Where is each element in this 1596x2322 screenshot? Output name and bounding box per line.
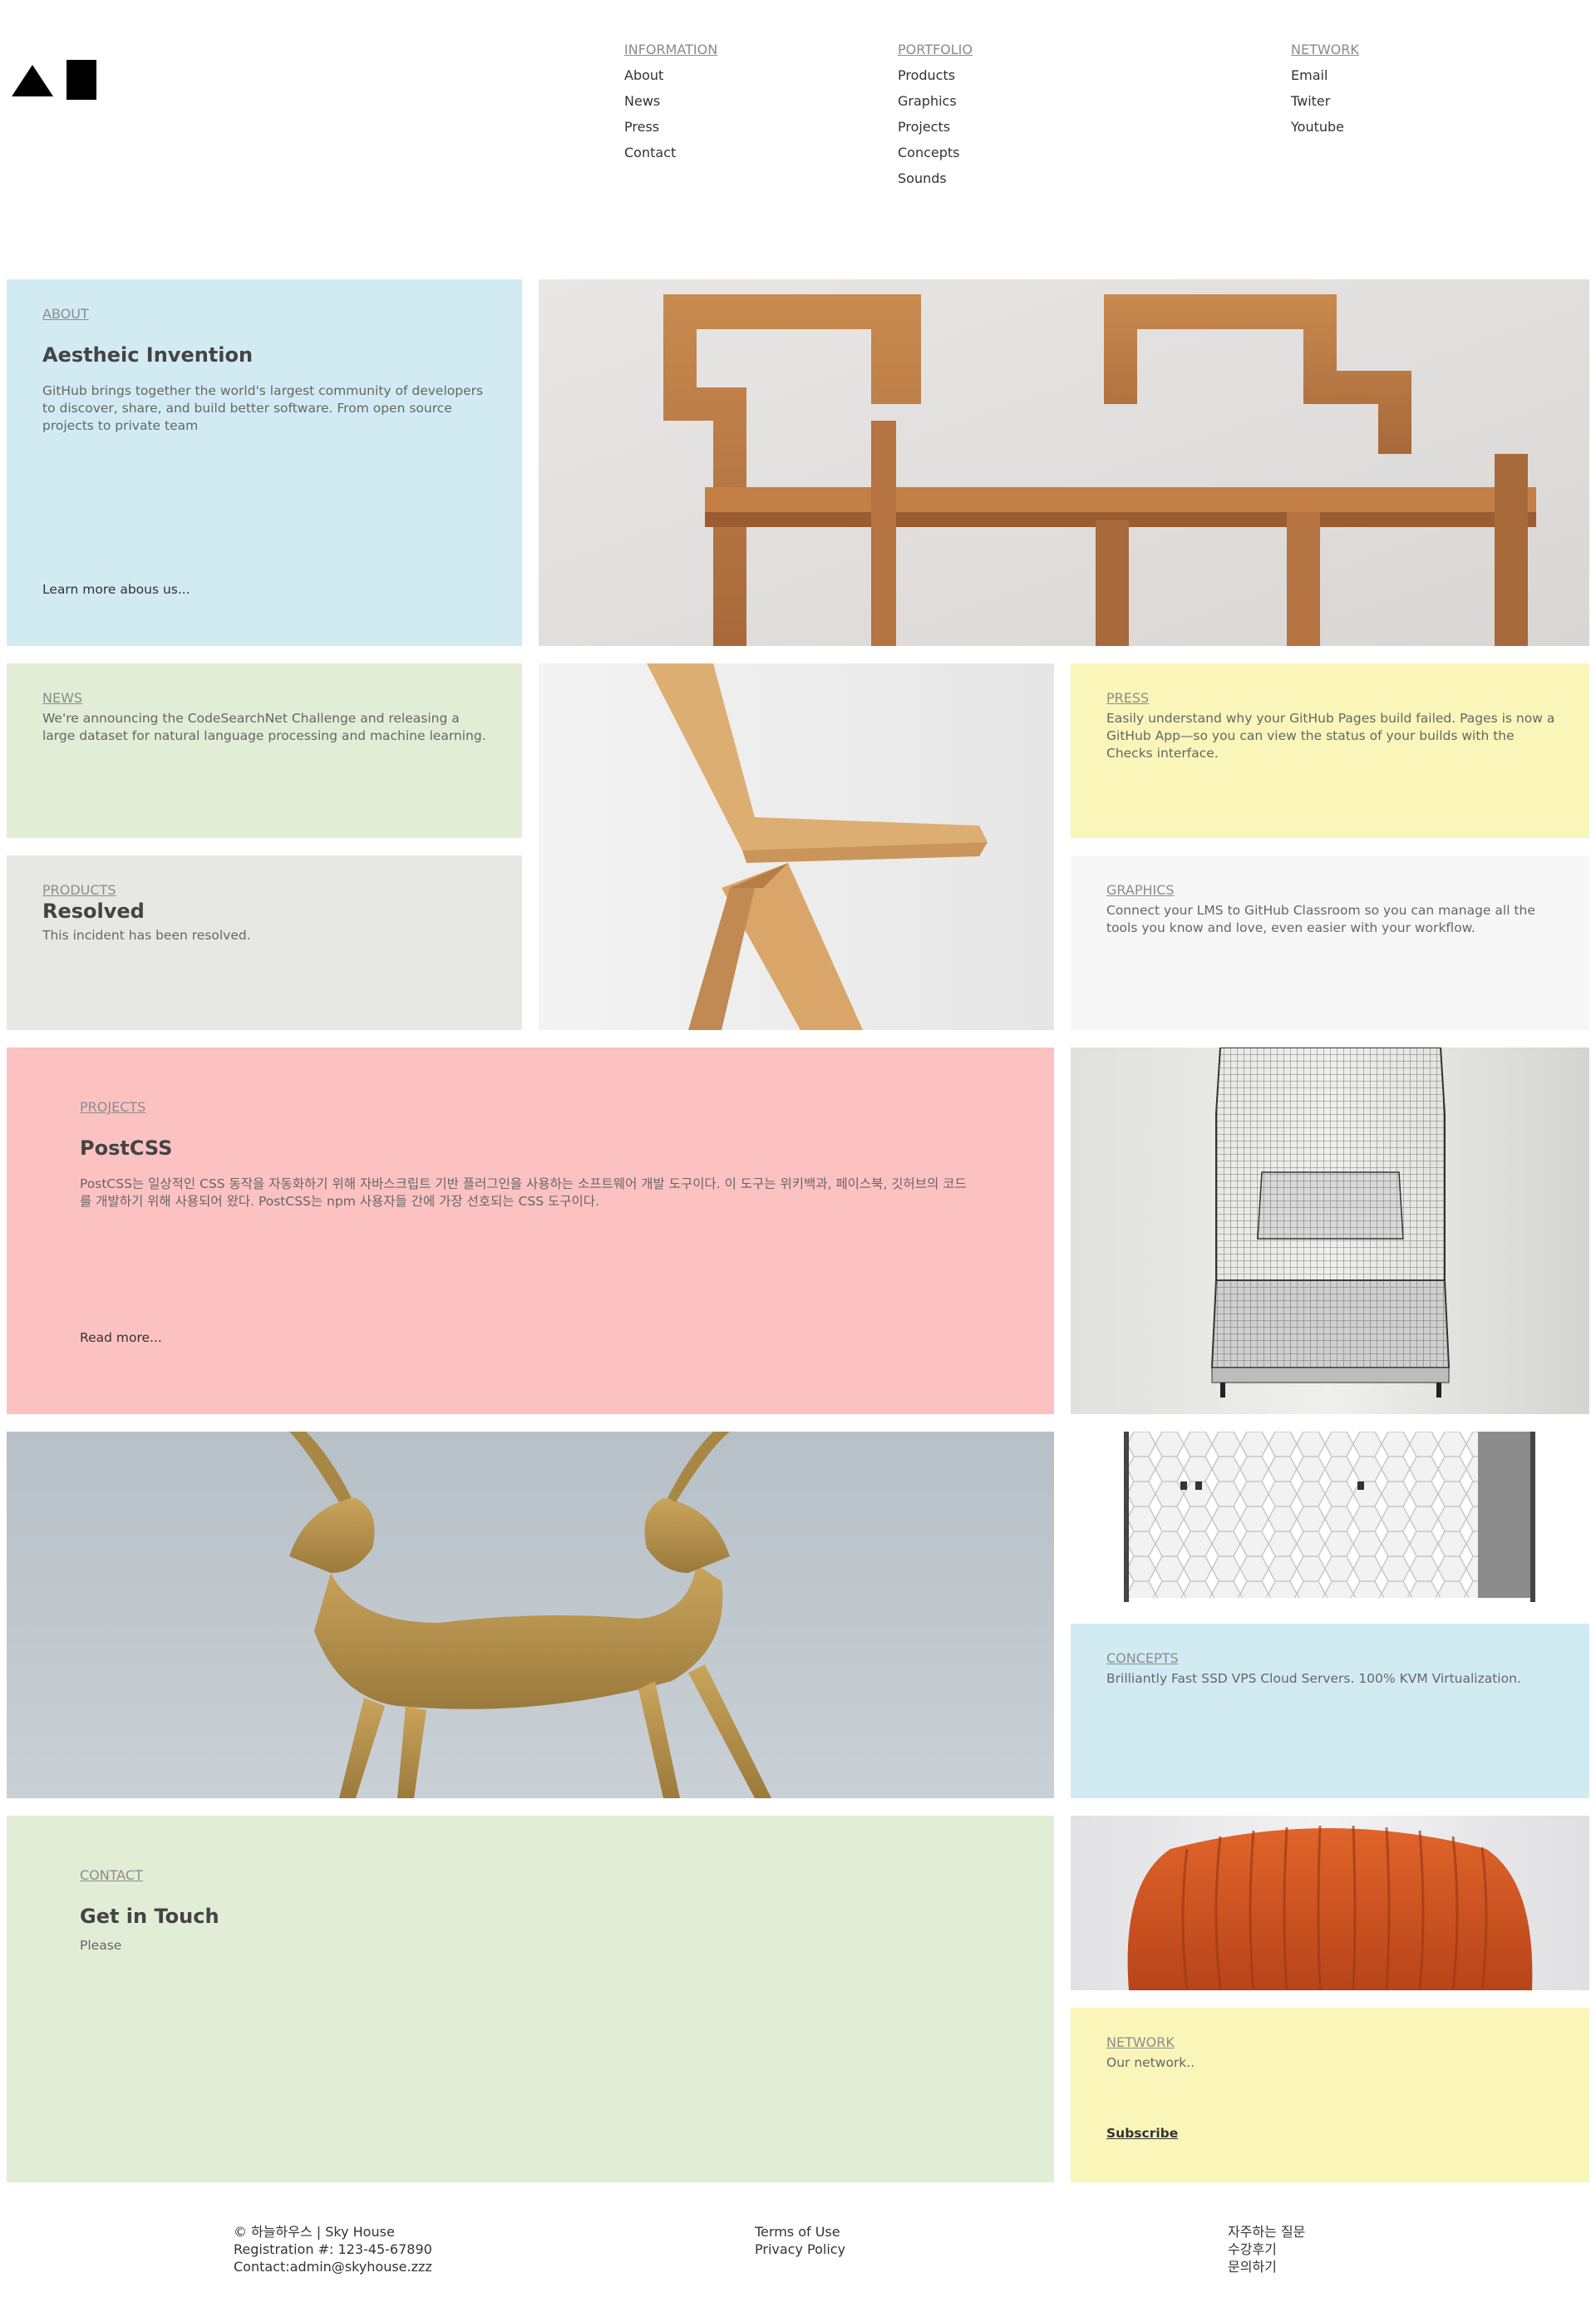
nav-item-email[interactable]: Email xyxy=(1291,67,1359,85)
contact-tile: CONTACT Get in Touch Please xyxy=(7,1816,1054,2182)
privacy-policy-link[interactable]: Privacy Policy xyxy=(755,2241,845,2258)
projects-read-more-link[interactable]: Read more... xyxy=(80,1330,162,1345)
nav-column-network: NETWORK Email Twiter Youtube xyxy=(1291,41,1359,144)
products-text: This incident has been resolved. xyxy=(42,928,251,943)
concepts-tile: CONCEPTS Brilliantly Fast SSD VPS Cloud … xyxy=(1071,1624,1589,1798)
nav-item-sounds[interactable]: Sounds xyxy=(898,170,973,188)
about-label[interactable]: ABOUT xyxy=(42,306,486,323)
projects-text: PostCSS는 일상적인 CSS 동작을 자동화하기 위해 자바스크립트 기반… xyxy=(80,1176,967,1209)
products-label[interactable]: PRODUCTS xyxy=(42,882,486,899)
subscribe-link[interactable]: Subscribe xyxy=(1106,2126,1178,2141)
concepts-text: Brilliantly Fast SSD VPS Cloud Servers. … xyxy=(1106,1671,1521,1686)
nav-item-news[interactable]: News xyxy=(624,92,717,111)
contact-text: Please xyxy=(80,1938,122,1953)
nav-item-about[interactable]: About xyxy=(624,67,717,85)
about-tile: ABOUT Aestheic Invention GitHub brings t… xyxy=(7,279,522,646)
orange-armchair-image xyxy=(1071,1816,1589,1990)
network-tile: NETWORK Our network.. Subscribe xyxy=(1071,2008,1589,2182)
nav-heading-portfolio[interactable]: PORTFOLIO xyxy=(898,41,973,59)
white-cabinet-image xyxy=(1071,1432,1589,1606)
footer-company-info: © 하늘하우스 | Sky House Registration #: 123-… xyxy=(234,2223,432,2275)
press-text: Easily understand why your GitHub Pages … xyxy=(1106,711,1555,761)
concepts-label[interactable]: CONCEPTS xyxy=(1106,1650,1554,1667)
footer-copyright: © 하늘하우스 | Sky House xyxy=(234,2224,395,2240)
contact-label[interactable]: CONTACT xyxy=(80,1867,981,1884)
nav-item-graphics[interactable]: Graphics xyxy=(898,92,973,111)
nav-column-information: INFORMATION About News Press Contact xyxy=(624,41,717,170)
nav-item-contact[interactable]: Contact xyxy=(624,144,717,162)
golden-deer-sculpture-image xyxy=(7,1432,1054,1798)
triangle-square-logo-icon[interactable] xyxy=(12,60,98,103)
graphics-text: Connect your LMS to GitHub Classroom so … xyxy=(1106,903,1535,935)
about-text: GitHub brings together the world's large… xyxy=(42,383,484,433)
terms-of-use-link[interactable]: Terms of Use xyxy=(755,2223,845,2241)
nav-column-portfolio: PORTFOLIO Products Graphics Projects Con… xyxy=(898,41,973,195)
network-text: Our network.. xyxy=(1106,2055,1195,2070)
nav-item-youtube[interactable]: Youtube xyxy=(1291,118,1359,136)
news-text: We're announcing the CodeSearchNet Chall… xyxy=(42,711,486,743)
nav-item-twiter[interactable]: Twiter xyxy=(1291,92,1359,111)
products-tile: PRODUCTS Resolved This incident has been… xyxy=(7,855,522,1030)
news-label[interactable]: NEWS xyxy=(42,690,486,707)
footer-support-links: 자주하는 질문 수강후기 문의하기 xyxy=(1228,2223,1305,2275)
wooden-chair-image xyxy=(539,663,1054,1030)
inquiry-link[interactable]: 문의하기 xyxy=(1228,2258,1305,2275)
nav-item-projects[interactable]: Projects xyxy=(898,118,973,136)
wooden-bench-image xyxy=(539,279,1589,646)
projects-tile: PROJECTS PostCSS PostCSS는 일상적인 CSS 동작을 자… xyxy=(7,1048,1054,1414)
nav-heading-information[interactable]: INFORMATION xyxy=(624,41,717,59)
graphics-tile: GRAPHICS Connect your LMS to GitHub Clas… xyxy=(1071,855,1589,1030)
wireframe-armchair-image xyxy=(1071,1048,1589,1414)
nav-item-press[interactable]: Press xyxy=(624,118,717,136)
about-title: Aestheic Invention xyxy=(42,343,254,367)
products-title: Resolved xyxy=(42,900,145,923)
press-label[interactable]: PRESS xyxy=(1106,690,1554,707)
network-label[interactable]: NETWORK xyxy=(1106,2034,1554,2051)
press-tile: PRESS Easily understand why your GitHub … xyxy=(1071,663,1589,838)
graphics-label[interactable]: GRAPHICS xyxy=(1106,882,1554,899)
footer-registration: Registration #: 123-45-67890 xyxy=(234,2241,432,2257)
news-tile: NEWS We're announcing the CodeSearchNet … xyxy=(7,663,522,838)
projects-title: PostCSS xyxy=(80,1136,173,1160)
about-learn-more-link[interactable]: Learn more abous us... xyxy=(42,582,190,597)
faq-link[interactable]: 자주하는 질문 xyxy=(1228,2223,1305,2241)
nav-item-concepts[interactable]: Concepts xyxy=(898,144,973,162)
reviews-link[interactable]: 수강후기 xyxy=(1228,2241,1305,2258)
contact-title: Get in Touch xyxy=(80,1905,219,1928)
footer-contact-email: Contact:admin@skyhouse.zzz xyxy=(234,2259,432,2275)
nav-heading-network[interactable]: NETWORK xyxy=(1291,41,1359,59)
projects-label[interactable]: PROJECTS xyxy=(80,1099,981,1116)
footer-legal-links: Terms of Use Privacy Policy xyxy=(755,2223,845,2258)
nav-item-products[interactable]: Products xyxy=(898,67,973,85)
